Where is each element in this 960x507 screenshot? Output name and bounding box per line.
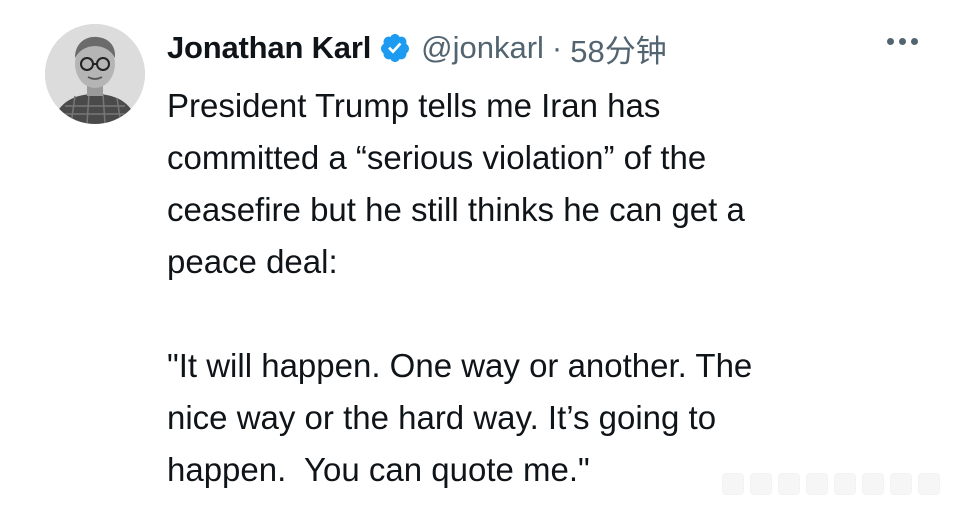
avatar[interactable]	[45, 24, 145, 124]
author-name[interactable]: Jonathan Karl	[167, 30, 371, 66]
more-dot	[899, 38, 906, 45]
tweet-text-line: peace deal:	[167, 243, 338, 280]
watermark	[722, 473, 952, 497]
tweet-text-line: ceasefire but he still thinks he can get…	[167, 191, 745, 228]
tweet-header: Jonathan Karl @jonkarl · 58分钟	[167, 26, 667, 70]
more-options-icon[interactable]	[887, 38, 918, 45]
timestamp[interactable]: 58分钟	[570, 26, 666, 71]
author-handle[interactable]: @jonkarl	[421, 30, 544, 66]
tweet-text-line: committed a “serious violation” of the	[167, 139, 707, 176]
separator-dot: ·	[551, 30, 563, 65]
tweet-text: President Trump tells me Iran has commit…	[167, 80, 927, 496]
more-dot	[911, 38, 918, 45]
verified-badge-icon	[379, 32, 411, 64]
more-dot	[887, 38, 894, 45]
quote-text-line: nice way or the hard way. It’s going to	[167, 399, 717, 436]
avatar-image	[45, 24, 145, 124]
tweet-card: Jonathan Karl @jonkarl · 58分钟 President …	[0, 0, 960, 507]
quote-text-line: "It will happen. One way or another. The	[167, 347, 753, 384]
tweet-text-line: President Trump tells me Iran has	[167, 87, 661, 124]
